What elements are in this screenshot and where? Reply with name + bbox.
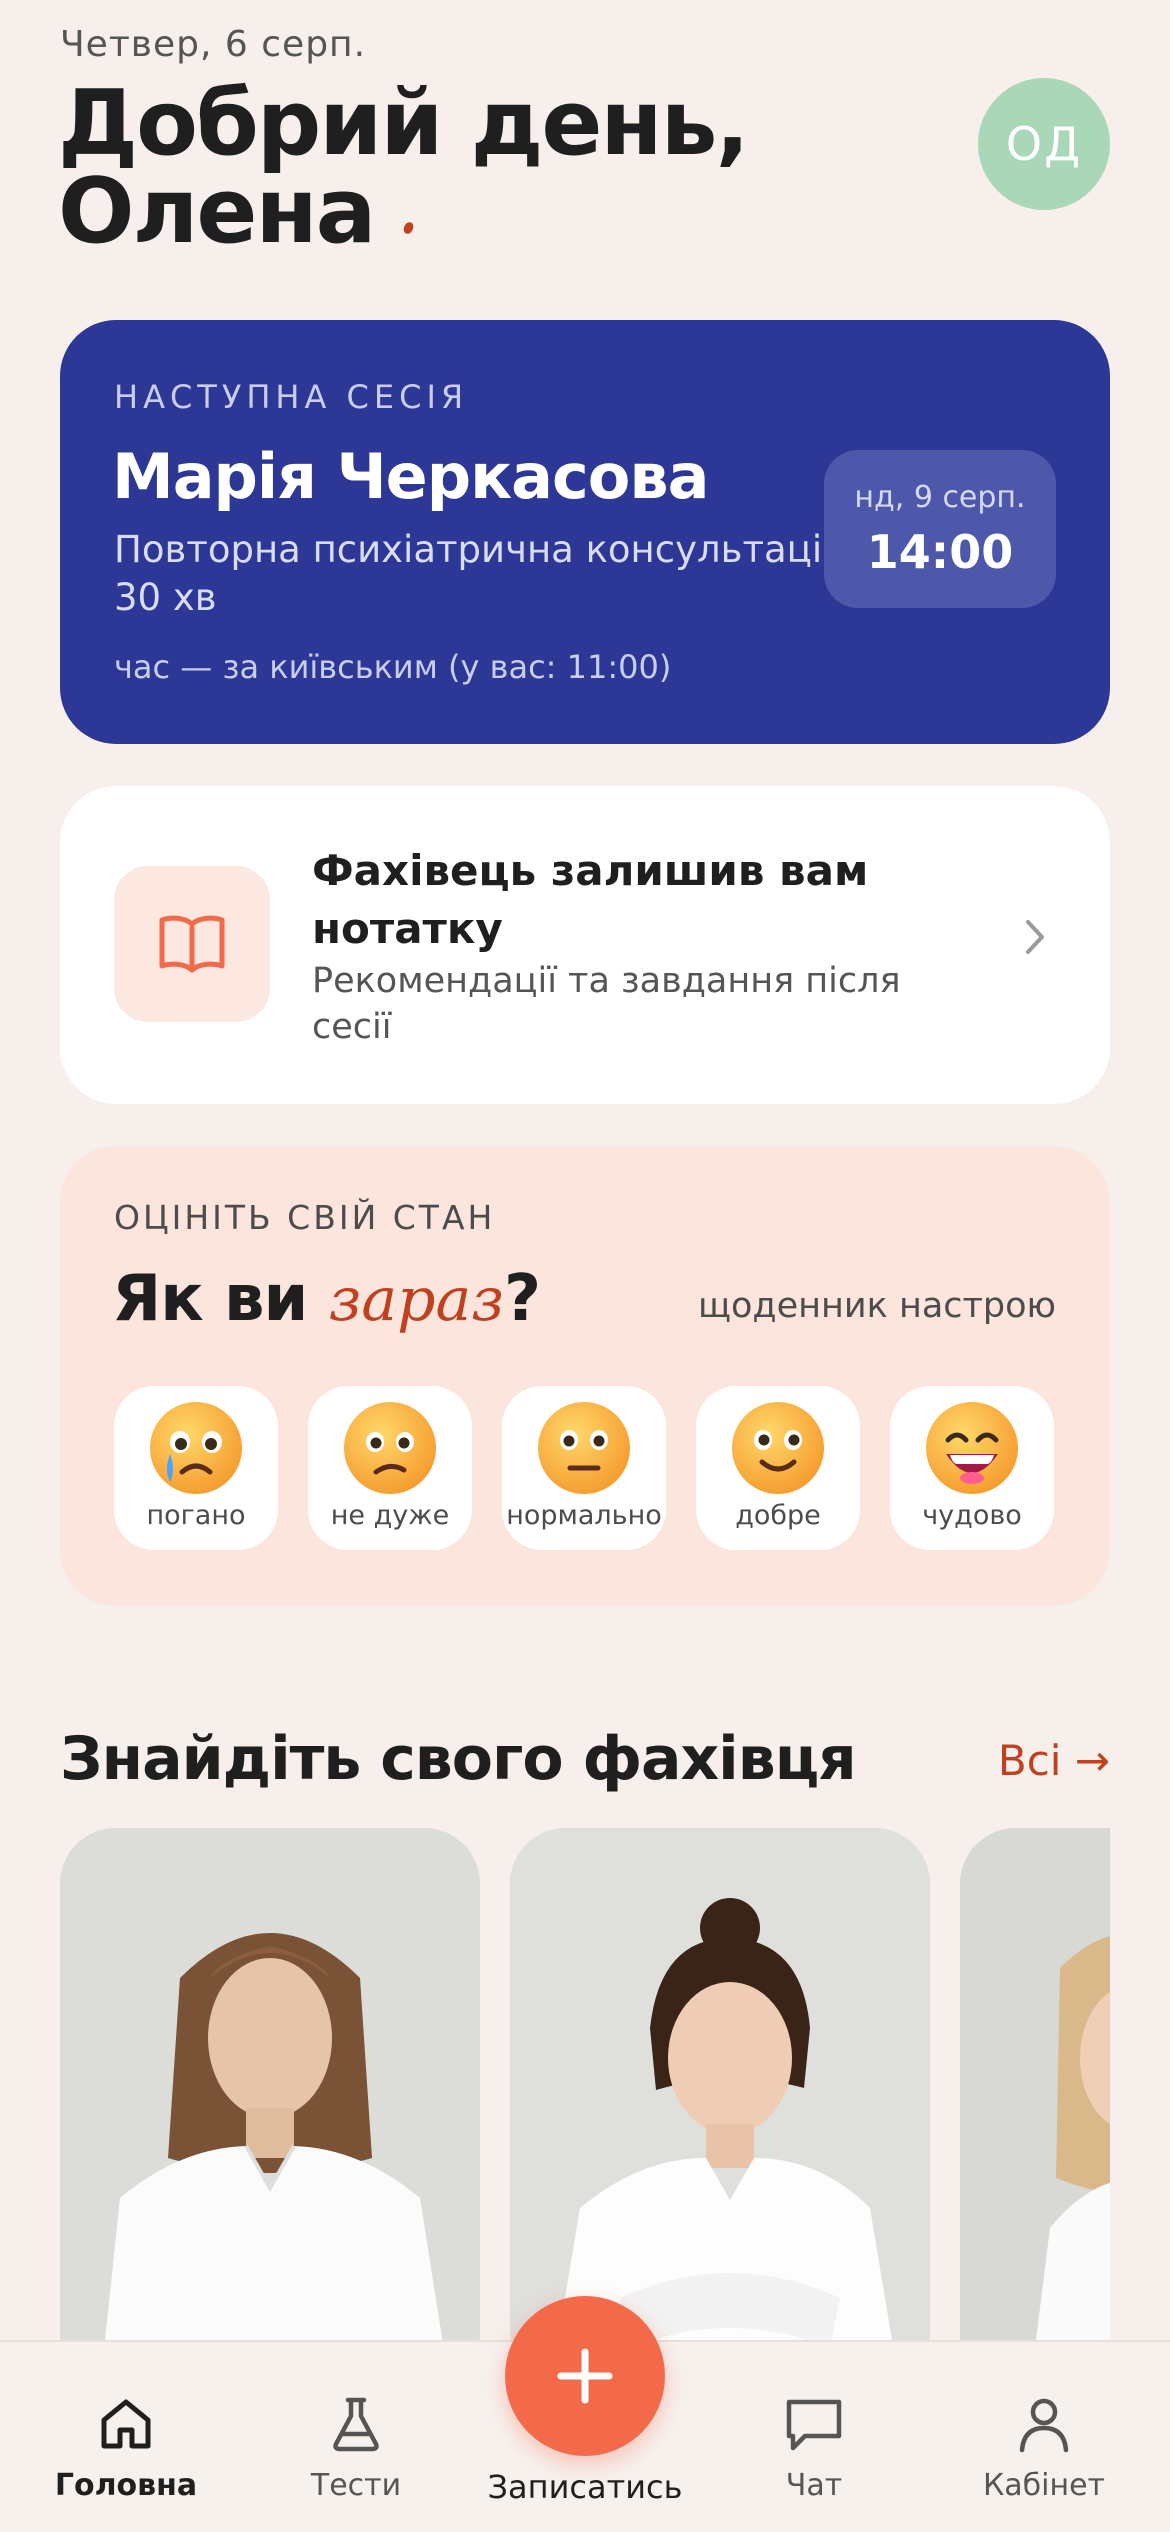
specialists-title: Знайдіть свого фахівця xyxy=(60,1724,857,1794)
mood-options: погано не дуже нормально добре чудово xyxy=(114,1386,1054,1550)
smile-face-icon xyxy=(732,1402,824,1494)
tab-home[interactable]: Головна xyxy=(26,2342,226,2532)
session-description: Повторна психіатрична консультація · 30 … xyxy=(114,528,868,619)
tab-cabinet[interactable]: Кабінет xyxy=(944,2342,1144,2532)
greeting-title: Добрий день, Олена xyxy=(58,71,750,257)
tab-tests-label: Тести xyxy=(310,2468,402,2503)
sad-face-icon xyxy=(344,1402,436,1494)
next-session-kicker: НАСТУПНА СЕСІЯ xyxy=(114,378,469,416)
timezone-note: час — за київським (у вас: 11:00) xyxy=(114,648,672,686)
specialists-carousel[interactable] xyxy=(60,1828,1110,2340)
mood-question: Як ви зараз? xyxy=(112,1262,541,1336)
chat-icon xyxy=(786,2399,842,2451)
see-all-link[interactable]: Всі → xyxy=(998,1736,1110,1785)
book-session-label: Записатись xyxy=(487,2468,683,2506)
book-session-fab[interactable]: Записатись xyxy=(480,2296,690,2532)
note-title: Фахівець залишив вам нотатку xyxy=(312,846,869,953)
date-label: Четвер, 6 серп. xyxy=(60,24,367,65)
mood-kicker: ОЦІНІТЬ СВІЙ СТАН xyxy=(114,1198,496,1237)
mood-option-ok[interactable]: нормально xyxy=(502,1386,666,1550)
flask-icon xyxy=(333,2397,379,2452)
user-name: Олена xyxy=(58,159,376,264)
note-subtitle: Рекомендації та завдання після сесії xyxy=(312,961,901,1047)
specialist-card[interactable] xyxy=(510,1828,930,2340)
specialist-card[interactable] xyxy=(60,1828,480,2340)
mood-option-label: добре xyxy=(735,1500,821,1531)
chevron-right-icon xyxy=(1020,912,1050,966)
specialist-photo xyxy=(960,1828,1110,2340)
mood-option-label: не дуже xyxy=(330,1500,450,1531)
specialist-photo xyxy=(60,1828,480,2340)
avatar[interactable]: ОД xyxy=(978,78,1110,210)
mood-option-label: чудово xyxy=(922,1500,1022,1531)
mood-option-label: погано xyxy=(146,1500,246,1531)
book-icon xyxy=(114,866,270,1022)
tab-chat[interactable]: Чат xyxy=(714,2342,914,2532)
tab-cabinet-label: Кабінет xyxy=(982,2468,1106,2503)
doctor-name: Марія Черкасова xyxy=(112,440,709,513)
greeting-line-1: Добрий день, xyxy=(58,71,750,176)
mood-option-label: нормально xyxy=(506,1500,662,1531)
tab-chat-label: Чат xyxy=(785,2468,843,2503)
mood-check-card: ОЦІНІТЬ СВІЙ СТАН Як ви зараз? щоденник … xyxy=(60,1146,1110,1606)
mood-question-prefix: Як ви xyxy=(112,1262,329,1336)
session-day: нд, 9 серп. xyxy=(854,479,1026,515)
tab-home-label: Головна xyxy=(54,2468,198,2503)
specialist-note-card[interactable]: Фахівець залишив вам нотатку Рекомендаці… xyxy=(60,786,1110,1104)
specialist-photo xyxy=(510,1828,930,2340)
mood-option-great[interactable]: чудово xyxy=(890,1386,1054,1550)
decor-dot xyxy=(402,220,416,236)
mood-option-good[interactable]: добре xyxy=(696,1386,860,1550)
mood-option-bad[interactable]: погано xyxy=(114,1386,278,1550)
mood-option-not-great[interactable]: не дуже xyxy=(308,1386,472,1550)
grin-face-icon xyxy=(926,1402,1018,1494)
home-icon xyxy=(101,2399,151,2449)
mood-question-suffix: ? xyxy=(504,1262,541,1336)
next-session-card[interactable]: НАСТУПНА СЕСІЯ Марія Черкасова Повторна … xyxy=(60,320,1110,744)
specialist-card[interactable] xyxy=(960,1828,1110,2340)
neutral-face-icon xyxy=(538,1402,630,1494)
tab-tests[interactable]: Тести xyxy=(256,2342,456,2532)
session-time: 14:00 xyxy=(866,524,1014,579)
session-datetime-badge: нд, 9 серп. 14:00 xyxy=(824,450,1056,608)
user-icon xyxy=(1019,2398,1069,2453)
mood-question-accent: зараз xyxy=(328,1265,505,1335)
greeting-line-2: Олена xyxy=(58,167,748,257)
mood-diary-link[interactable]: щоденник настрою xyxy=(698,1286,1056,1326)
crying-face-icon xyxy=(150,1402,242,1494)
plus-icon[interactable] xyxy=(505,2296,665,2456)
